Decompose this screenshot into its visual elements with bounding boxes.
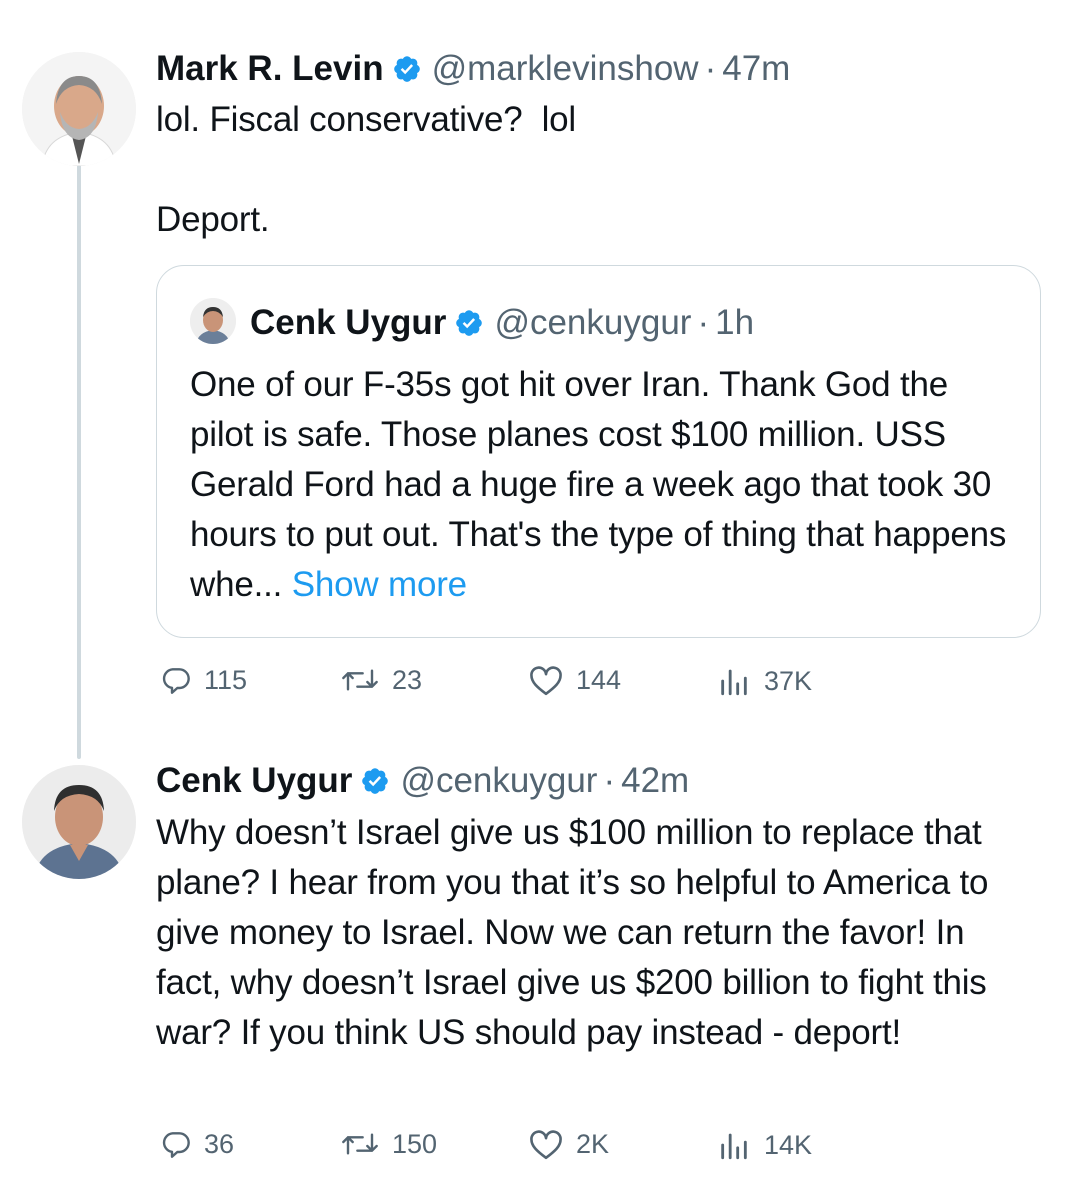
- avatar: [190, 298, 236, 344]
- verified-badge-icon: [454, 308, 484, 338]
- views-count: 14K: [764, 1129, 813, 1160]
- quoted-tweet-text-block: One of our F-35s got hit over Iran. Than…: [190, 360, 1018, 610]
- tweet-header: Mark R. Levin @marklevinshow · 47m: [156, 48, 790, 90]
- thread-line: [77, 162, 81, 759]
- reply-count: 115: [204, 664, 248, 695]
- views-icon: [721, 669, 747, 696]
- reply-button[interactable]: 115: [160, 664, 247, 696]
- views-count: 37K: [764, 665, 813, 696]
- author-name[interactable]: Mark R. Levin: [156, 49, 384, 89]
- repost-count: 23: [392, 664, 423, 695]
- like-icon: [530, 1130, 562, 1160]
- like-count: 2K: [576, 1128, 610, 1159]
- tweet-text: lol. Fiscal conservative? lol Deport.: [156, 100, 576, 239]
- repost-icon: [342, 669, 378, 691]
- separator: ·: [603, 761, 616, 800]
- quoted-author-handle[interactable]: @cenkuygur: [494, 303, 691, 343]
- author-name[interactable]: Cenk Uygur: [156, 761, 352, 801]
- author-handle[interactable]: @marklevinshow: [432, 49, 699, 89]
- separator: ·: [704, 49, 717, 88]
- reply-count: 36: [204, 1128, 235, 1159]
- views-button[interactable]: 14K: [716, 1128, 812, 1162]
- quoted-author-name[interactable]: Cenk Uygur: [250, 303, 446, 343]
- separator: ·: [697, 303, 710, 342]
- reply-icon: [162, 1132, 190, 1158]
- avatar[interactable]: [22, 52, 136, 166]
- reply-button[interactable]: 36: [160, 1128, 234, 1160]
- repost-button[interactable]: 23: [340, 664, 422, 696]
- like-count: 144: [576, 664, 622, 695]
- repost-button[interactable]: 150: [340, 1128, 437, 1160]
- views-button[interactable]: 37K: [716, 664, 812, 698]
- timestamp[interactable]: 1h: [715, 303, 754, 343]
- repost-count: 150: [392, 1128, 438, 1159]
- tweet-text: Why doesn’t Israel give us $100 million …: [156, 813, 998, 1052]
- like-button[interactable]: 2K: [528, 1128, 609, 1160]
- like-icon: [530, 666, 562, 696]
- repost-icon: [342, 1133, 378, 1155]
- show-more-link[interactable]: Show more: [292, 565, 467, 604]
- verified-badge-icon: [392, 54, 422, 84]
- like-button[interactable]: 144: [528, 664, 621, 696]
- quoted-tweet-header: Cenk Uygur @cenkuygur · 1h: [250, 302, 754, 344]
- author-handle[interactable]: @cenkuygur: [400, 761, 597, 801]
- tweet-header: Cenk Uygur @cenkuygur · 42m: [156, 760, 689, 802]
- timestamp[interactable]: 42m: [621, 761, 689, 801]
- views-icon: [721, 1133, 747, 1160]
- timestamp[interactable]: 47m: [722, 49, 790, 89]
- verified-badge-icon: [360, 766, 390, 796]
- reply-icon: [162, 668, 190, 694]
- avatar[interactable]: [22, 765, 136, 879]
